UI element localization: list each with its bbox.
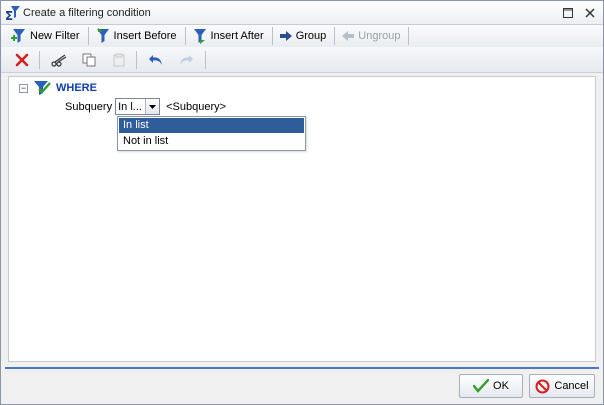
filter-toolbar: New Filter Insert Before Insert After Gr… xyxy=(1,25,603,47)
operator-selected-value: In l... xyxy=(118,100,142,113)
checkmark-icon xyxy=(473,379,490,393)
new-filter-icon xyxy=(11,29,25,43)
insert-before-button[interactable]: Insert Before xyxy=(91,26,183,46)
close-icon[interactable] xyxy=(583,6,597,20)
where-label: WHERE xyxy=(56,82,97,94)
operator-dropdown-list: In list Not in list xyxy=(117,116,306,151)
option-not-in-list[interactable]: Not in list xyxy=(119,134,304,149)
cancel-button[interactable]: Cancel xyxy=(529,374,595,398)
subquery-operand[interactable]: <Subquery> xyxy=(166,101,226,113)
condition-field-label[interactable]: Subquery xyxy=(65,101,112,113)
chevron-down-icon[interactable] xyxy=(145,99,160,114)
ungroup-arrow-icon xyxy=(342,31,355,41)
copy-icon xyxy=(82,53,96,66)
no-entry-icon xyxy=(535,379,550,393)
paste-icon xyxy=(113,53,125,66)
paste-button[interactable] xyxy=(108,49,130,71)
insert-after-button[interactable]: Insert After xyxy=(188,26,270,46)
dialog-footer: OK Cancel xyxy=(1,369,603,404)
undo-button[interactable] xyxy=(145,49,167,71)
redo-button[interactable] xyxy=(175,49,197,71)
toolbar-separator xyxy=(136,50,137,69)
toolbar-separator xyxy=(408,27,410,45)
toolbar-separator xyxy=(334,27,336,45)
toolbar-separator xyxy=(87,27,89,45)
group-button[interactable]: Group xyxy=(275,26,333,46)
toolbar-separator xyxy=(205,50,206,69)
window-title: Create a filtering condition xyxy=(23,6,151,19)
toolbar-separator xyxy=(271,27,273,45)
filter-dialog: Σ Create a filtering condition New Filte… xyxy=(0,0,604,405)
filter-sigma-icon: Σ xyxy=(5,5,20,21)
title-bar: Σ Create a filtering condition xyxy=(1,1,603,25)
cut-icon xyxy=(51,54,67,67)
group-arrow-icon xyxy=(279,31,292,41)
undo-icon xyxy=(149,54,162,65)
delete-button[interactable] xyxy=(11,49,33,71)
operator-select[interactable]: In l... xyxy=(115,98,161,115)
toolbar-separator xyxy=(39,50,40,69)
redo-icon xyxy=(180,54,193,65)
option-in-list[interactable]: In list xyxy=(119,118,304,133)
collapse-toggle[interactable]: − xyxy=(19,83,28,93)
edit-toolbar xyxy=(1,47,603,73)
new-filter-button[interactable]: New Filter xyxy=(7,26,86,46)
insert-before-icon xyxy=(96,28,109,43)
toolbar-separator xyxy=(184,27,186,45)
ok-button[interactable]: OK xyxy=(459,374,523,398)
tree-root-where: − WHERE xyxy=(19,80,97,96)
insert-after-icon xyxy=(193,29,206,44)
cut-button[interactable] xyxy=(48,49,70,71)
maximize-icon[interactable] xyxy=(561,6,575,20)
where-filter-icon xyxy=(34,81,51,95)
delete-icon xyxy=(15,53,29,66)
copy-button[interactable] xyxy=(78,49,100,71)
condition-row: Subquery In l... <Subquery> xyxy=(65,98,226,115)
ungroup-button[interactable]: Ungroup xyxy=(337,26,406,46)
svg-text:Σ: Σ xyxy=(5,9,13,21)
condition-tree-panel: − WHERE Subquery In l... <Subquery> In l… xyxy=(8,76,596,362)
